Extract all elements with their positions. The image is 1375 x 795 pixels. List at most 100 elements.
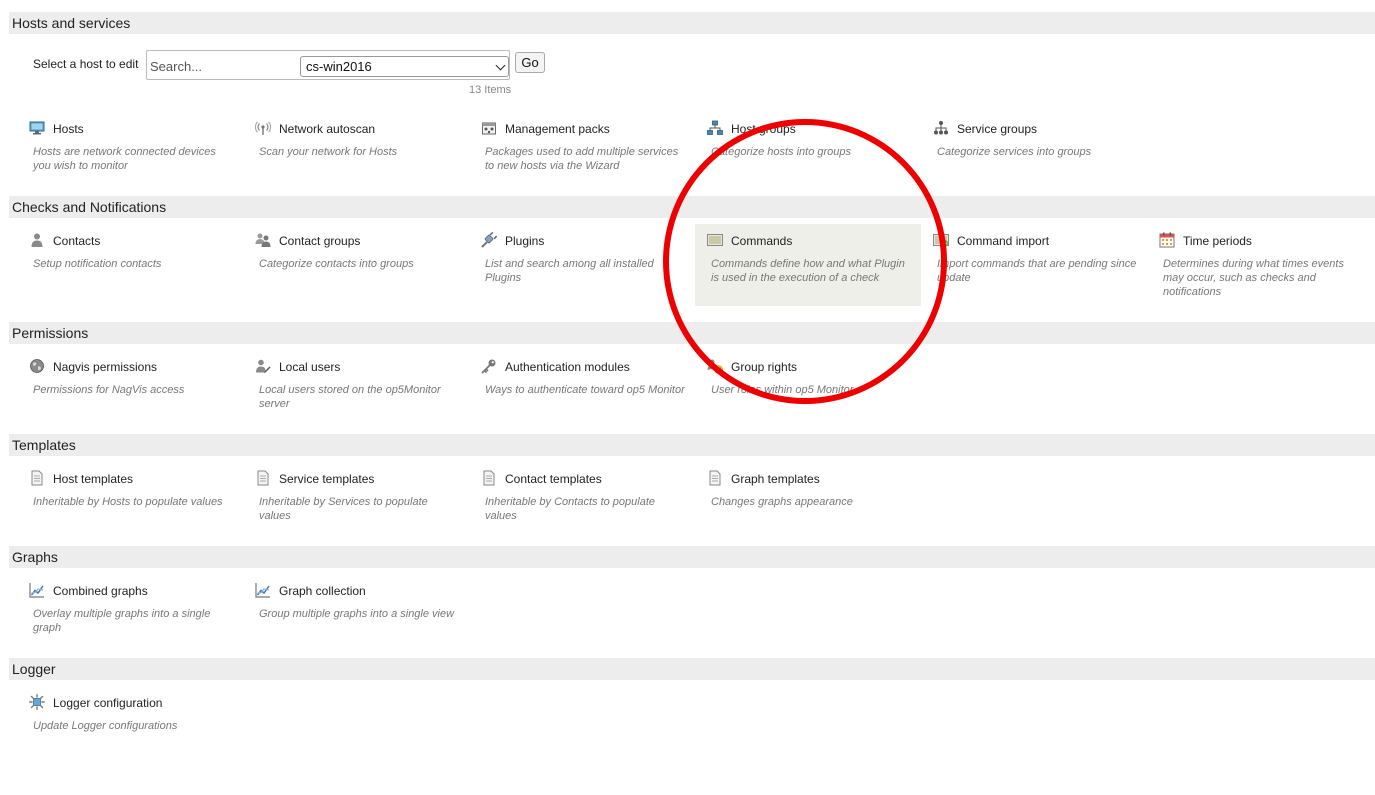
tile-description: Inheritable by Hosts to populate values bbox=[33, 496, 223, 508]
tile-title: Time periods bbox=[1183, 234, 1252, 248]
group-rights-icon bbox=[707, 359, 723, 374]
tile-authentication-modules[interactable]: Authentication modules Ways to authentic… bbox=[461, 352, 687, 436]
section-header-logger: Logger bbox=[9, 658, 1375, 680]
section-header-checks-and-notifications: Checks and Notifications bbox=[9, 196, 1375, 218]
monitor-icon bbox=[29, 121, 45, 135]
tile-nagvis-permissions[interactable]: Nagvis permissions Permissions for NagVi… bbox=[9, 352, 235, 436]
tile-title: Network autoscan bbox=[279, 122, 376, 136]
tile-logger-configuration[interactable]: Logger configuration Update Logger confi… bbox=[9, 688, 235, 772]
tile-title: Commands bbox=[731, 234, 793, 248]
section-header-hosts-and-services: Hosts and services bbox=[9, 12, 1375, 34]
tile-description: Local users stored on the op5Monitor ser… bbox=[259, 384, 441, 410]
tile-host-templates[interactable]: Host templates Inheritable by Hosts to p… bbox=[9, 464, 235, 548]
tile-title: Hosts bbox=[53, 122, 84, 136]
tile-title: Service groups bbox=[957, 122, 1038, 136]
document-icon bbox=[709, 470, 721, 486]
host-search-box: cs-win2016 bbox=[146, 50, 510, 80]
tile-graph-templates[interactable]: Graph templates Changes graphs appearanc… bbox=[687, 464, 913, 548]
plug-icon bbox=[481, 232, 497, 248]
tile-title: Group rights bbox=[731, 360, 798, 374]
tile-title: Host groups bbox=[731, 122, 796, 136]
tile-description: User roles within op5 Monitor bbox=[711, 384, 854, 396]
document-icon bbox=[257, 470, 269, 486]
person-icon bbox=[31, 233, 43, 247]
key-icon bbox=[481, 359, 496, 374]
tile-network-autoscan[interactable]: Network autoscan Scan your network for H… bbox=[235, 114, 461, 198]
tile-description: Group multiple graphs into a single view bbox=[259, 608, 455, 620]
tile-description: Inheritable by Services to populate valu… bbox=[259, 496, 428, 522]
people-icon bbox=[255, 233, 271, 247]
tile-host-groups[interactable]: Host groups Categorize hosts into groups bbox=[687, 114, 913, 198]
tile-service-groups[interactable]: Service groups Categorize services into … bbox=[913, 114, 1139, 198]
tile-hosts[interactable]: Hosts Hosts are network connected device… bbox=[9, 114, 235, 198]
terminal-icon bbox=[707, 234, 723, 246]
antenna-icon bbox=[255, 121, 271, 135]
items-count: 13 Items bbox=[469, 84, 512, 96]
tile-description: Categorize hosts into groups bbox=[711, 146, 852, 158]
host-groups-icon bbox=[707, 120, 723, 135]
tile-description: Permissions for NagVis access bbox=[33, 384, 185, 396]
tile-command-import[interactable]: Command import Import commands that are … bbox=[913, 226, 1139, 310]
user-edit-icon bbox=[256, 359, 271, 373]
tile-time-periods[interactable]: Time periods Determines during what time… bbox=[1139, 226, 1365, 310]
tile-title: Contact templates bbox=[505, 472, 602, 486]
tile-local-users[interactable]: Local users Local users stored on the op… bbox=[235, 352, 461, 436]
tile-management-packs[interactable]: Management packs Packages used to add mu… bbox=[461, 114, 687, 198]
tile-title: Authentication modules bbox=[505, 360, 630, 374]
tile-title: Graph templates bbox=[731, 472, 820, 486]
host-select-value: cs-win2016 bbox=[306, 59, 372, 74]
tile-title: Local users bbox=[279, 360, 341, 374]
document-icon bbox=[31, 470, 43, 486]
tile-description: Changes graphs appearance bbox=[711, 496, 853, 508]
document-icon bbox=[483, 470, 495, 486]
tile-title: Management packs bbox=[505, 122, 610, 136]
tile-description: Overlay multiple graphs into a single gr… bbox=[33, 608, 211, 634]
tile-contact-templates[interactable]: Contact templates Inheritable by Contact… bbox=[461, 464, 687, 548]
tile-title: Contact groups bbox=[279, 234, 361, 248]
tile-description: Import commands that are pending since u… bbox=[937, 258, 1137, 284]
tile-title: Logger configuration bbox=[53, 696, 163, 710]
tile-description: Inheritable by Contacts to populate valu… bbox=[485, 496, 656, 522]
globe-icon bbox=[30, 359, 44, 373]
tile-description: Categorize contacts into groups bbox=[259, 258, 414, 270]
tile-title: Nagvis permissions bbox=[53, 360, 158, 374]
tile-description: Setup notification contacts bbox=[33, 258, 162, 270]
tile-plugins[interactable]: Plugins List and search among all instal… bbox=[461, 226, 687, 310]
tile-commands[interactable]: Commands Commands define how and what Pl… bbox=[695, 224, 921, 306]
tile-description: List and search among all installed Plug… bbox=[485, 258, 654, 284]
tile-combined-graphs[interactable]: Combined graphs Overlay multiple graphs … bbox=[9, 576, 235, 660]
tile-title: Contacts bbox=[53, 234, 101, 248]
tile-group-rights[interactable]: Group rights User roles within op5 Monit… bbox=[687, 352, 913, 436]
tile-title: Graph collection bbox=[279, 584, 366, 598]
line-graph-icon bbox=[255, 583, 270, 598]
tile-description: Categorize services into groups bbox=[937, 146, 1092, 158]
tile-description: Commands define how and what Plugin is u… bbox=[711, 258, 905, 284]
tile-description: Scan your network for Hosts bbox=[259, 146, 398, 158]
host-select-label: Select a host to edit bbox=[33, 57, 139, 71]
section-header-permissions: Permissions bbox=[9, 322, 1375, 344]
service-groups-icon bbox=[934, 121, 948, 135]
tile-contacts[interactable]: Contacts Setup notification contacts bbox=[9, 226, 235, 310]
tile-title: Plugins bbox=[505, 234, 545, 248]
section-header-graphs: Graphs bbox=[9, 546, 1375, 568]
logger-gear-icon bbox=[29, 694, 45, 710]
tile-contact-groups[interactable]: Contact groups Categorize contacts into … bbox=[235, 226, 461, 310]
import-icon bbox=[933, 234, 949, 247]
host-select-dropdown[interactable]: cs-win2016 bbox=[300, 56, 509, 77]
section-header-templates: Templates bbox=[9, 434, 1375, 456]
go-button[interactable]: Go bbox=[515, 52, 545, 73]
tile-description: Determines during what times events may … bbox=[1163, 258, 1344, 298]
tile-description: Ways to authenticate toward op5 Monitor bbox=[485, 384, 685, 396]
host-search-input[interactable] bbox=[148, 55, 300, 77]
tile-description: Packages used to add multiple services t… bbox=[485, 146, 679, 172]
tile-title: Host templates bbox=[53, 472, 134, 486]
tile-title: Command import bbox=[957, 234, 1050, 248]
tile-service-templates[interactable]: Service templates Inheritable by Service… bbox=[235, 464, 461, 548]
chevron-down-icon bbox=[495, 60, 506, 71]
line-graph-icon bbox=[29, 583, 44, 598]
calendar-icon bbox=[1159, 232, 1175, 248]
package-icon bbox=[482, 122, 496, 135]
tile-graph-collection[interactable]: Graph collection Group multiple graphs i… bbox=[235, 576, 461, 660]
tile-title: Service templates bbox=[279, 472, 375, 486]
tile-description: Update Logger configurations bbox=[33, 720, 178, 732]
